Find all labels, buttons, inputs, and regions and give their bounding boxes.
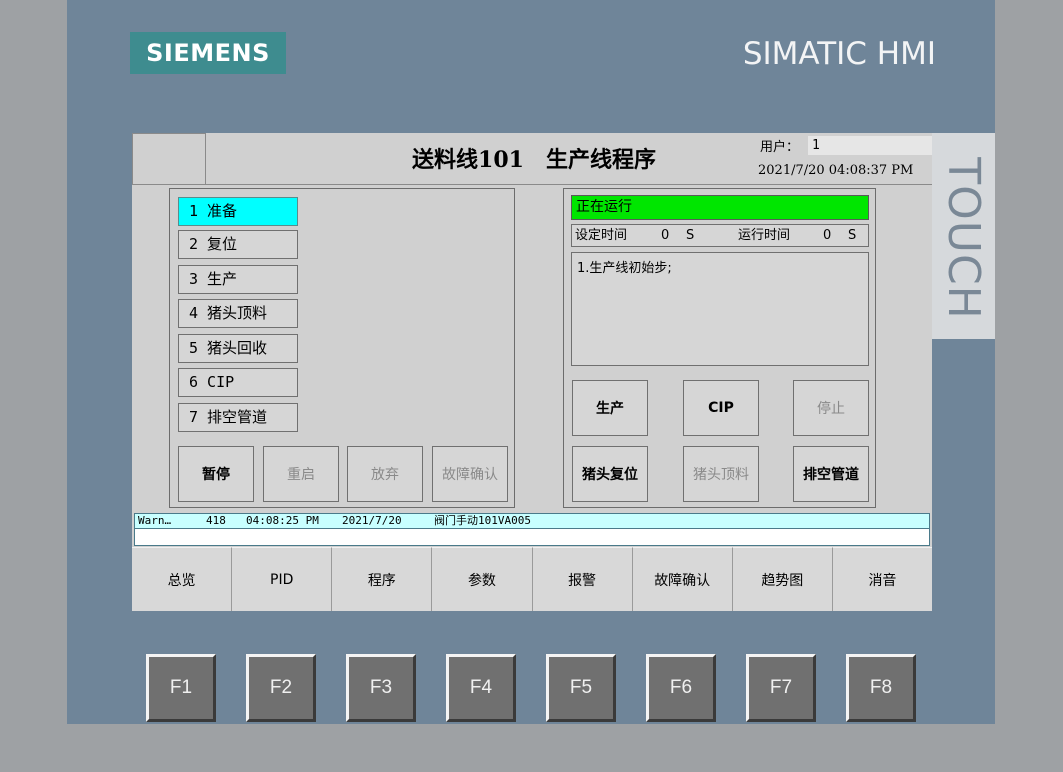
product-name: SIMATIC HMI (742, 36, 936, 72)
user-field[interactable]: 1 (808, 136, 932, 155)
abort-button[interactable]: 放弃 (347, 446, 423, 502)
datetime-display: 2021/7/20 04:08:37 PM (758, 163, 914, 178)
step-panel: 1 准备 2 复位 3 生产 4 猪头顶料 5 猪头回收 6 CIP 7 排空管… (169, 188, 515, 508)
restart-button[interactable]: 重启 (263, 446, 339, 502)
stop-button[interactable]: 停止 (793, 380, 869, 436)
run-time-value: 0 (823, 228, 832, 243)
siemens-logo: SIEMENS (130, 32, 286, 74)
f4-key[interactable]: F4 (446, 654, 516, 722)
step-message-box: 1.生产线初始步; (571, 252, 869, 366)
step-item-prepare[interactable]: 1 准备 (178, 197, 298, 226)
f2-key[interactable]: F2 (246, 654, 316, 722)
f6-key[interactable]: F6 (646, 654, 716, 722)
nav-trend-button[interactable]: 趋势图 (732, 547, 833, 611)
alarm-type: Warn… (138, 514, 172, 527)
step-item-head-recover[interactable]: 5 猪头回收 (178, 334, 298, 363)
f5-key[interactable]: F5 (546, 654, 616, 722)
cip-button[interactable]: CIP (683, 380, 759, 436)
nav-bar: 总览 PID 程序 参数 报警 故障确认 趋势图 消音 (132, 547, 932, 611)
f8-key[interactable]: F8 (846, 654, 916, 722)
step-item-head-push[interactable]: 4 猪头顶料 (178, 299, 298, 328)
nav-fault-ack-button[interactable]: 故障确认 (632, 547, 733, 611)
production-button[interactable]: 生产 (572, 380, 648, 436)
set-time-label: 设定时间 (575, 228, 628, 243)
fault-ack-step-button[interactable]: 故障确认 (432, 446, 508, 502)
page-title: 送料线101 生产线程序 (412, 147, 656, 173)
header-logo-box (132, 133, 206, 185)
pause-button[interactable]: 暂停 (178, 446, 254, 502)
touch-label-text: TOUCH (937, 156, 989, 320)
timer-row: 设定时间 0 S 运行时间 0 S (571, 224, 869, 247)
status-panel: 正在运行 设定时间 0 S 运行时间 0 S 1.生产线初始步; 生产 CIP … (563, 188, 876, 508)
f1-key[interactable]: F1 (146, 654, 216, 722)
alarm-line-empty[interactable] (134, 529, 930, 546)
set-time-unit: S (686, 228, 695, 243)
header: 送料线101 生产线程序 用户： 1 2021/7/20 04:08:37 PM (132, 133, 932, 185)
alarm-time: 04:08:25 PM (246, 514, 319, 527)
user-label: 用户： (760, 140, 800, 155)
run-time-label: 运行时间 (738, 228, 791, 243)
alarm-text: 阀门手动101VA005 (434, 514, 531, 527)
nav-alarm-button[interactable]: 报警 (532, 547, 633, 611)
alarm-number: 418 (206, 514, 226, 527)
step-item-reset[interactable]: 2 复位 (178, 230, 298, 259)
nav-mute-button[interactable]: 消音 (832, 547, 932, 611)
nav-program-button[interactable]: 程序 (332, 547, 433, 611)
f7-key[interactable]: F7 (746, 654, 816, 722)
nav-pid-button[interactable]: PID (232, 547, 333, 611)
nav-parameters-button[interactable]: 参数 (432, 547, 533, 611)
step-item-cip[interactable]: 6 CIP (178, 368, 298, 397)
run-time-unit: S (848, 228, 857, 243)
nav-overview-button[interactable]: 总览 (132, 547, 233, 611)
hmi-screen: 送料线101 生产线程序 用户： 1 2021/7/20 04:08:37 PM… (132, 133, 932, 611)
set-time-value: 0 (661, 228, 670, 243)
drain-pipe-button[interactable]: 排空管道 (793, 446, 869, 502)
head-push-button[interactable]: 猪头顶料 (683, 446, 759, 502)
touch-label: TOUCH (930, 140, 996, 336)
step-item-drain-pipe[interactable]: 7 排空管道 (178, 403, 298, 432)
alarm-line[interactable]: Warn… 418 04:08:25 PM 2021/7/20 阀门手动101VA005 (134, 513, 930, 529)
alarm-date: 2021/7/20 (342, 514, 402, 527)
head-reset-button[interactable]: 猪头复位 (572, 446, 648, 502)
step-item-production[interactable]: 3 生产 (178, 265, 298, 294)
f3-key[interactable]: F3 (346, 654, 416, 722)
running-status-bar: 正在运行 (571, 195, 869, 220)
